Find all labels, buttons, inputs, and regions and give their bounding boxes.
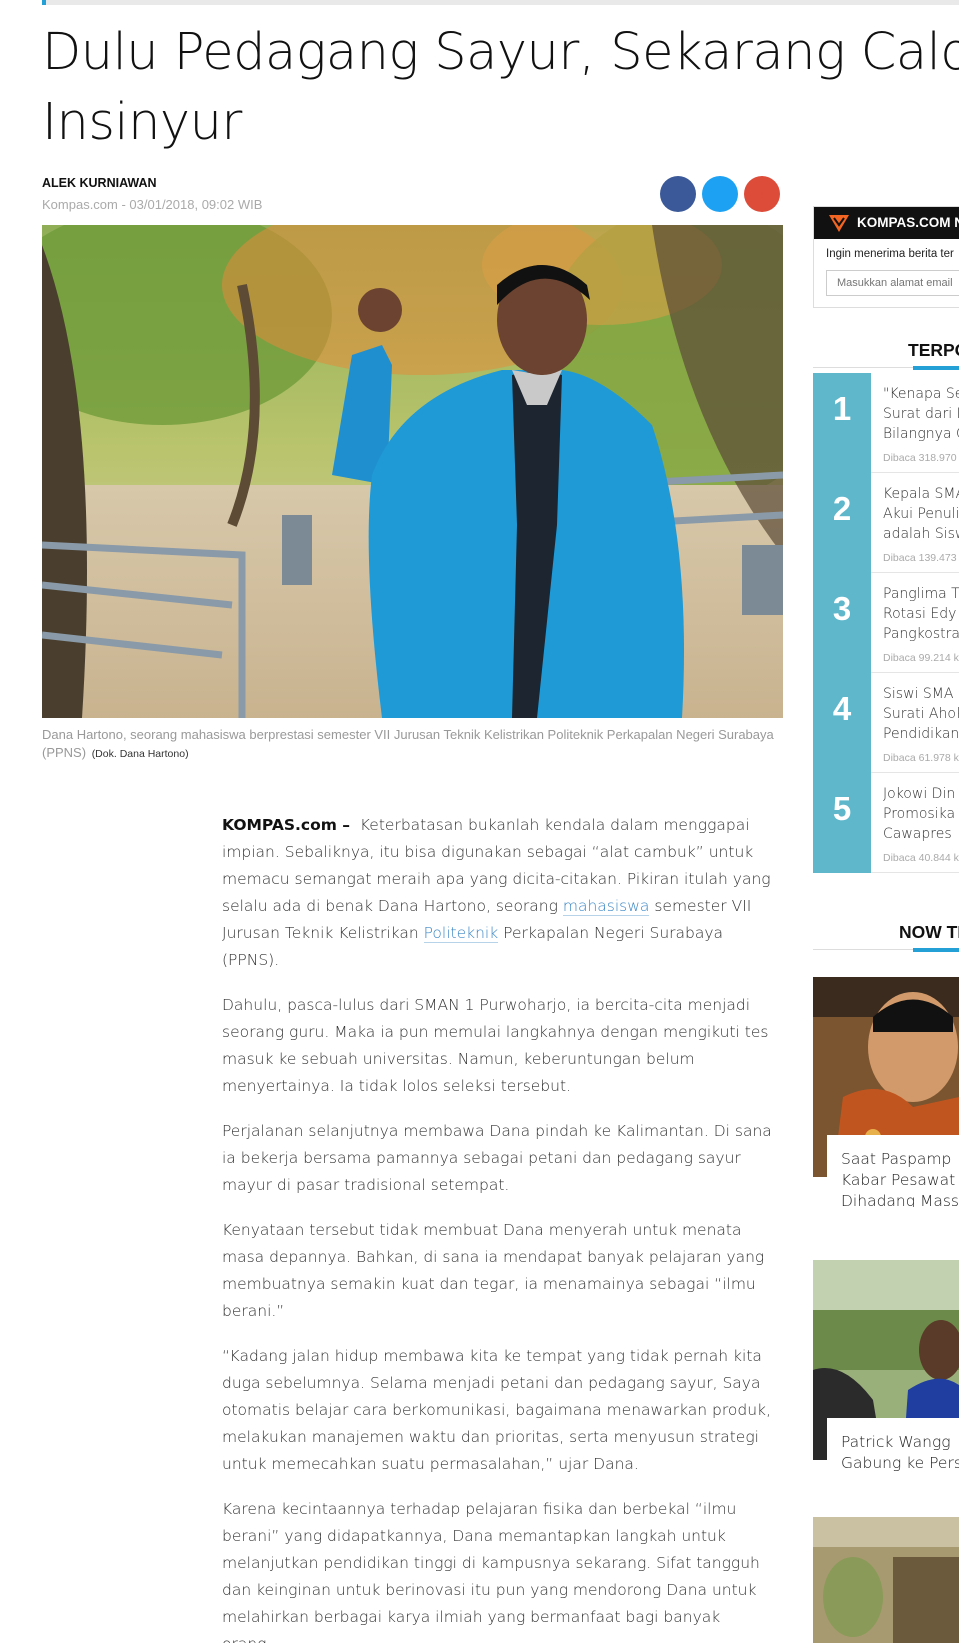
- popular-title: "Kenapa Se Surat dari P Bilangnya C: [883, 386, 959, 442]
- popular-read-count: Dibaca 40.844 k: [883, 852, 959, 864]
- article-title: Dulu Pedagang Sayur, Sekarang Calon Insi…: [42, 18, 959, 158]
- trending-title: Patrick Wangg Gabung ke Pers: [827, 1418, 959, 1474]
- paragraph-6: Karena kecintaannya terhadap pelajaran f…: [222, 1500, 760, 1643]
- newsletter-title: KOMPAS.COM N: [857, 215, 959, 230]
- kompas-logo-icon: [829, 215, 849, 232]
- newsletter-header: KOMPAS.COM N: [814, 207, 959, 239]
- top-divider: [42, 0, 959, 5]
- popular-read-count: Dibaca 318.970: [883, 452, 957, 464]
- trending-item[interactable]: Saat Paspamp Kabar Pesawat Dihadang Mass: [813, 977, 959, 1207]
- popular-read-count: Dibaca 139.473: [883, 552, 957, 564]
- popular-rank: 4: [813, 673, 871, 773]
- popular-item[interactable]: 2 Kepala SMA Akui Penuli adalah Sisw Dibac…: [813, 473, 959, 573]
- popular-heading-accent: [913, 366, 959, 370]
- trending-title: Saat Paspamp Kabar Pesawat Dihadang Mass: [827, 1135, 959, 1207]
- popular-title: Jokowi Din Promosika Cawapres: [883, 786, 956, 842]
- top-divider-accent: [42, 0, 46, 5]
- paragraph-5: “Kadang jalan hidup membawa kita ke temp…: [222, 1347, 771, 1473]
- popular-rank: 1: [813, 373, 871, 473]
- dateline: Kompas.com - 03/01/2018, 09:02 WIB: [42, 197, 263, 212]
- paragraph-3: Perjalanan selanjutnya membawa Dana pind…: [222, 1122, 772, 1194]
- trending-thumbnail: [813, 1517, 959, 1643]
- article-title-line1: Dulu Pedagang Sayur, Sekarang Calon: [42, 23, 959, 82]
- author-name[interactable]: ALEK KURNIAWAN: [42, 176, 157, 190]
- paragraph-4: Kenyataan tersebut tidak membuat Dana me…: [222, 1221, 765, 1320]
- article-body: KOMPAS.com – Keterbatasan bukanlah kenda…: [222, 812, 774, 1643]
- trending-item[interactable]: [813, 1517, 959, 1643]
- source-label: KOMPAS.com: [222, 816, 337, 834]
- twitter-icon: [719, 193, 721, 195]
- popular-item[interactable]: 1 "Kenapa Se Surat dari P Bilangnya C Diba…: [813, 373, 959, 473]
- popular-title: Kepala SMA Akui Penuli adalah Sisw: [883, 486, 959, 542]
- popular-read-count: Dibaca 61.978 k: [883, 752, 959, 764]
- link-mahasiswa[interactable]: mahasiswa: [562, 897, 650, 916]
- popular-rank: 5: [813, 773, 871, 873]
- trending-section-header: NOW TR: [813, 922, 959, 952]
- popular-item[interactable]: 5 Jokowi Din Promosika Cawapres Dibaca 40.…: [813, 773, 959, 873]
- share-google-plus-button[interactable]: [744, 176, 780, 212]
- paragraph-1: KOMPAS.com – Keterbatasan bukanlah kenda…: [222, 812, 774, 974]
- popular-read-count: Dibaca 99.214 k: [883, 652, 959, 664]
- photo-caption: Dana Hartono, seorang mahasiswa berprest…: [42, 726, 783, 763]
- popular-item[interactable]: 3 Panglima T Rotasi Edy Pangkostra Dibaca …: [813, 573, 959, 673]
- trending-image-3: [813, 1517, 959, 1643]
- article-title-line2: Insinyur: [42, 93, 242, 152]
- paragraph-2: Dahulu, pasca-lulus dari SMAN 1 Purwohar…: [222, 996, 769, 1095]
- popular-rank: 2: [813, 473, 871, 573]
- caption-credit: (Dok. Dana Hartono): [91, 748, 189, 760]
- popular-list: 1 "Kenapa Se Surat dari P Bilangnya C Diba…: [813, 373, 959, 873]
- newsletter-box: KOMPAS.COM N Ingin menerima berita ter: [813, 206, 959, 308]
- popular-rank: 3: [813, 573, 871, 673]
- facebook-icon: [660, 176, 696, 212]
- google-plus-icon: [761, 193, 763, 195]
- trending-heading-accent: [913, 948, 959, 952]
- trending-item[interactable]: Patrick Wangg Gabung ke Pers: [813, 1260, 959, 1485]
- newsletter-text: Ingin menerima berita ter: [826, 248, 954, 260]
- popular-section-header: TERPO: [813, 340, 959, 370]
- newsletter-email-input[interactable]: [826, 270, 959, 296]
- popular-item[interactable]: 4 Siswi SMA Surati Ahok Pendidikan Dibaca …: [813, 673, 959, 773]
- popular-title: Siswi SMA Surati Ahok Pendidikan: [883, 686, 959, 742]
- popular-heading: TERPO: [908, 340, 959, 360]
- share-facebook-button[interactable]: [660, 176, 696, 212]
- link-politeknik[interactable]: Politeknik: [423, 924, 499, 943]
- article-photo: [42, 225, 783, 718]
- share-twitter-button[interactable]: [702, 176, 738, 212]
- popular-title: Panglima T Rotasi Edy Pangkostra: [883, 586, 959, 642]
- student-photo-image: [42, 225, 783, 718]
- source-dash: –: [336, 816, 351, 834]
- trending-heading: NOW TR: [899, 922, 959, 942]
